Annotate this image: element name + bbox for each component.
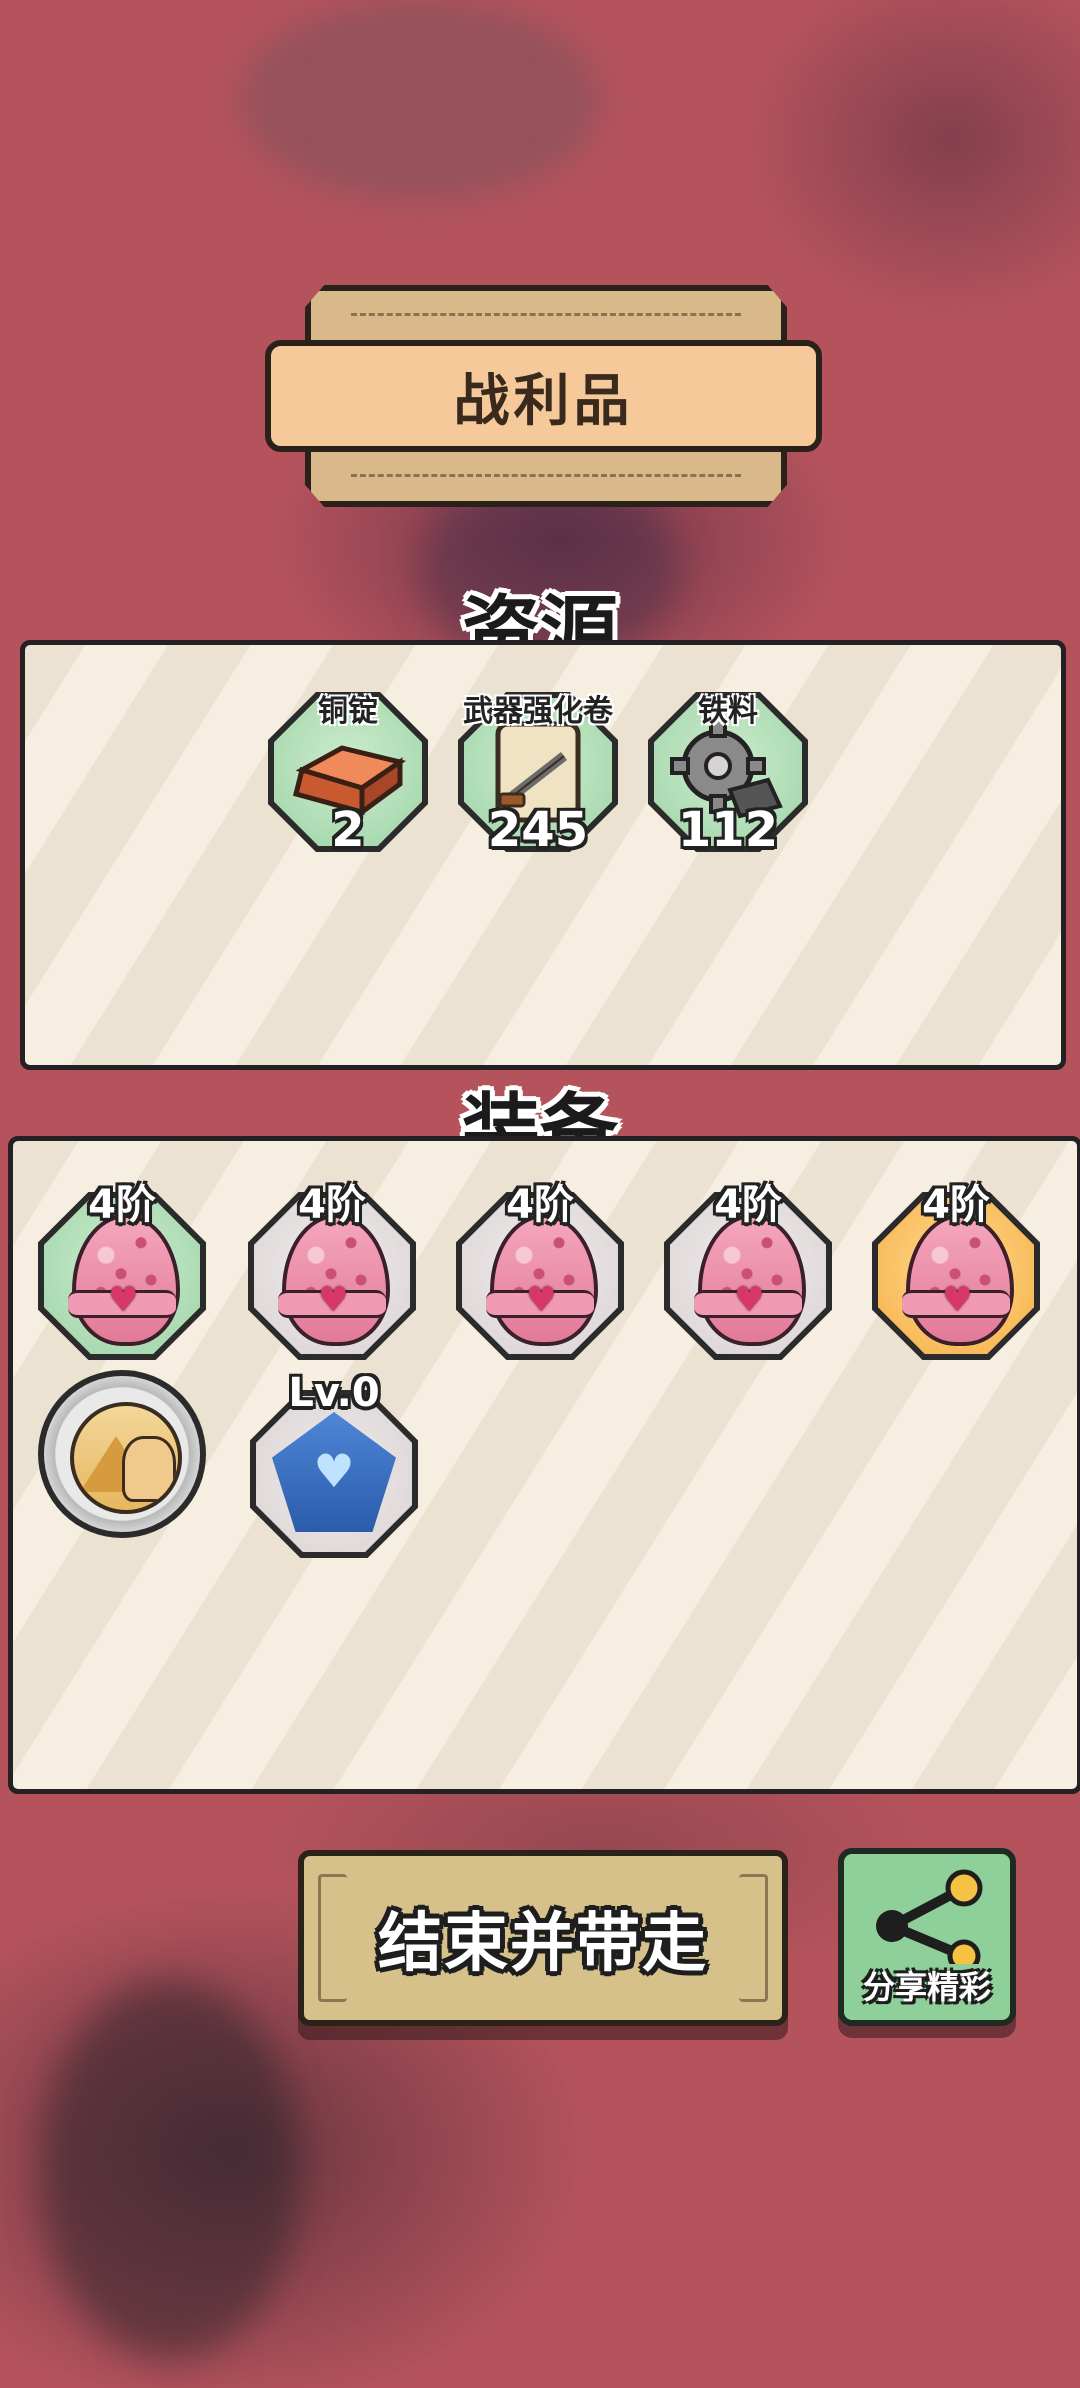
equipment-egg[interactable]: ♥ 4阶 [248,1172,416,1360]
banner-decoration [351,313,741,326]
resource-item-iron[interactable]: 铁料 112 [648,652,808,858]
resource-count: 245 [487,802,589,858]
resource-count: 2 [331,802,365,858]
potion-heart-icon: ♥ [313,1444,355,1498]
equipment-egg[interactable]: ♥ 4阶 [456,1172,624,1360]
page-title: 战利品 [453,368,634,434]
resource-item-copper[interactable]: 铜锭 2 [268,652,428,858]
blue-gem-item[interactable]: ♥ Lv.0 [250,1370,418,1558]
medal-ring [44,1376,200,1532]
tier-label: 4阶 [298,1182,366,1228]
banner-decoration [351,474,741,487]
title-banner: 战利品 [265,340,822,452]
background-blur [240,0,600,200]
equipment-egg[interactable]: ♥ 4阶 [872,1172,1040,1360]
end-button-label: 结束并带走 [378,1907,708,1981]
tier-label: 4阶 [714,1182,782,1228]
equipment-egg[interactable]: ♥ 4阶 [664,1172,832,1360]
sphinx-medal-icon [70,1402,182,1514]
tier-label: 4阶 [506,1182,574,1228]
resource-item-weapon-scroll[interactable]: 武器强化卷 245 [458,652,618,858]
level-label: Lv.0 [288,1370,380,1416]
share-icon [876,1869,983,1964]
resource-count: 112 [677,802,779,858]
tier-label: 4阶 [88,1182,156,1228]
sphinx-medal[interactable] [38,1370,206,1538]
tier-label: 4阶 [922,1182,990,1228]
resource-name: 铁料 [698,694,758,729]
share-button[interactable]: 分享精彩 [838,1848,1016,2026]
share-button-label: 分享精彩 [862,1968,991,2006]
background-blur [40,1980,300,2360]
end-and-take-button[interactable]: 结束并带走 [298,1850,788,2026]
equipment-egg[interactable]: ♥ 4阶 [38,1172,206,1360]
